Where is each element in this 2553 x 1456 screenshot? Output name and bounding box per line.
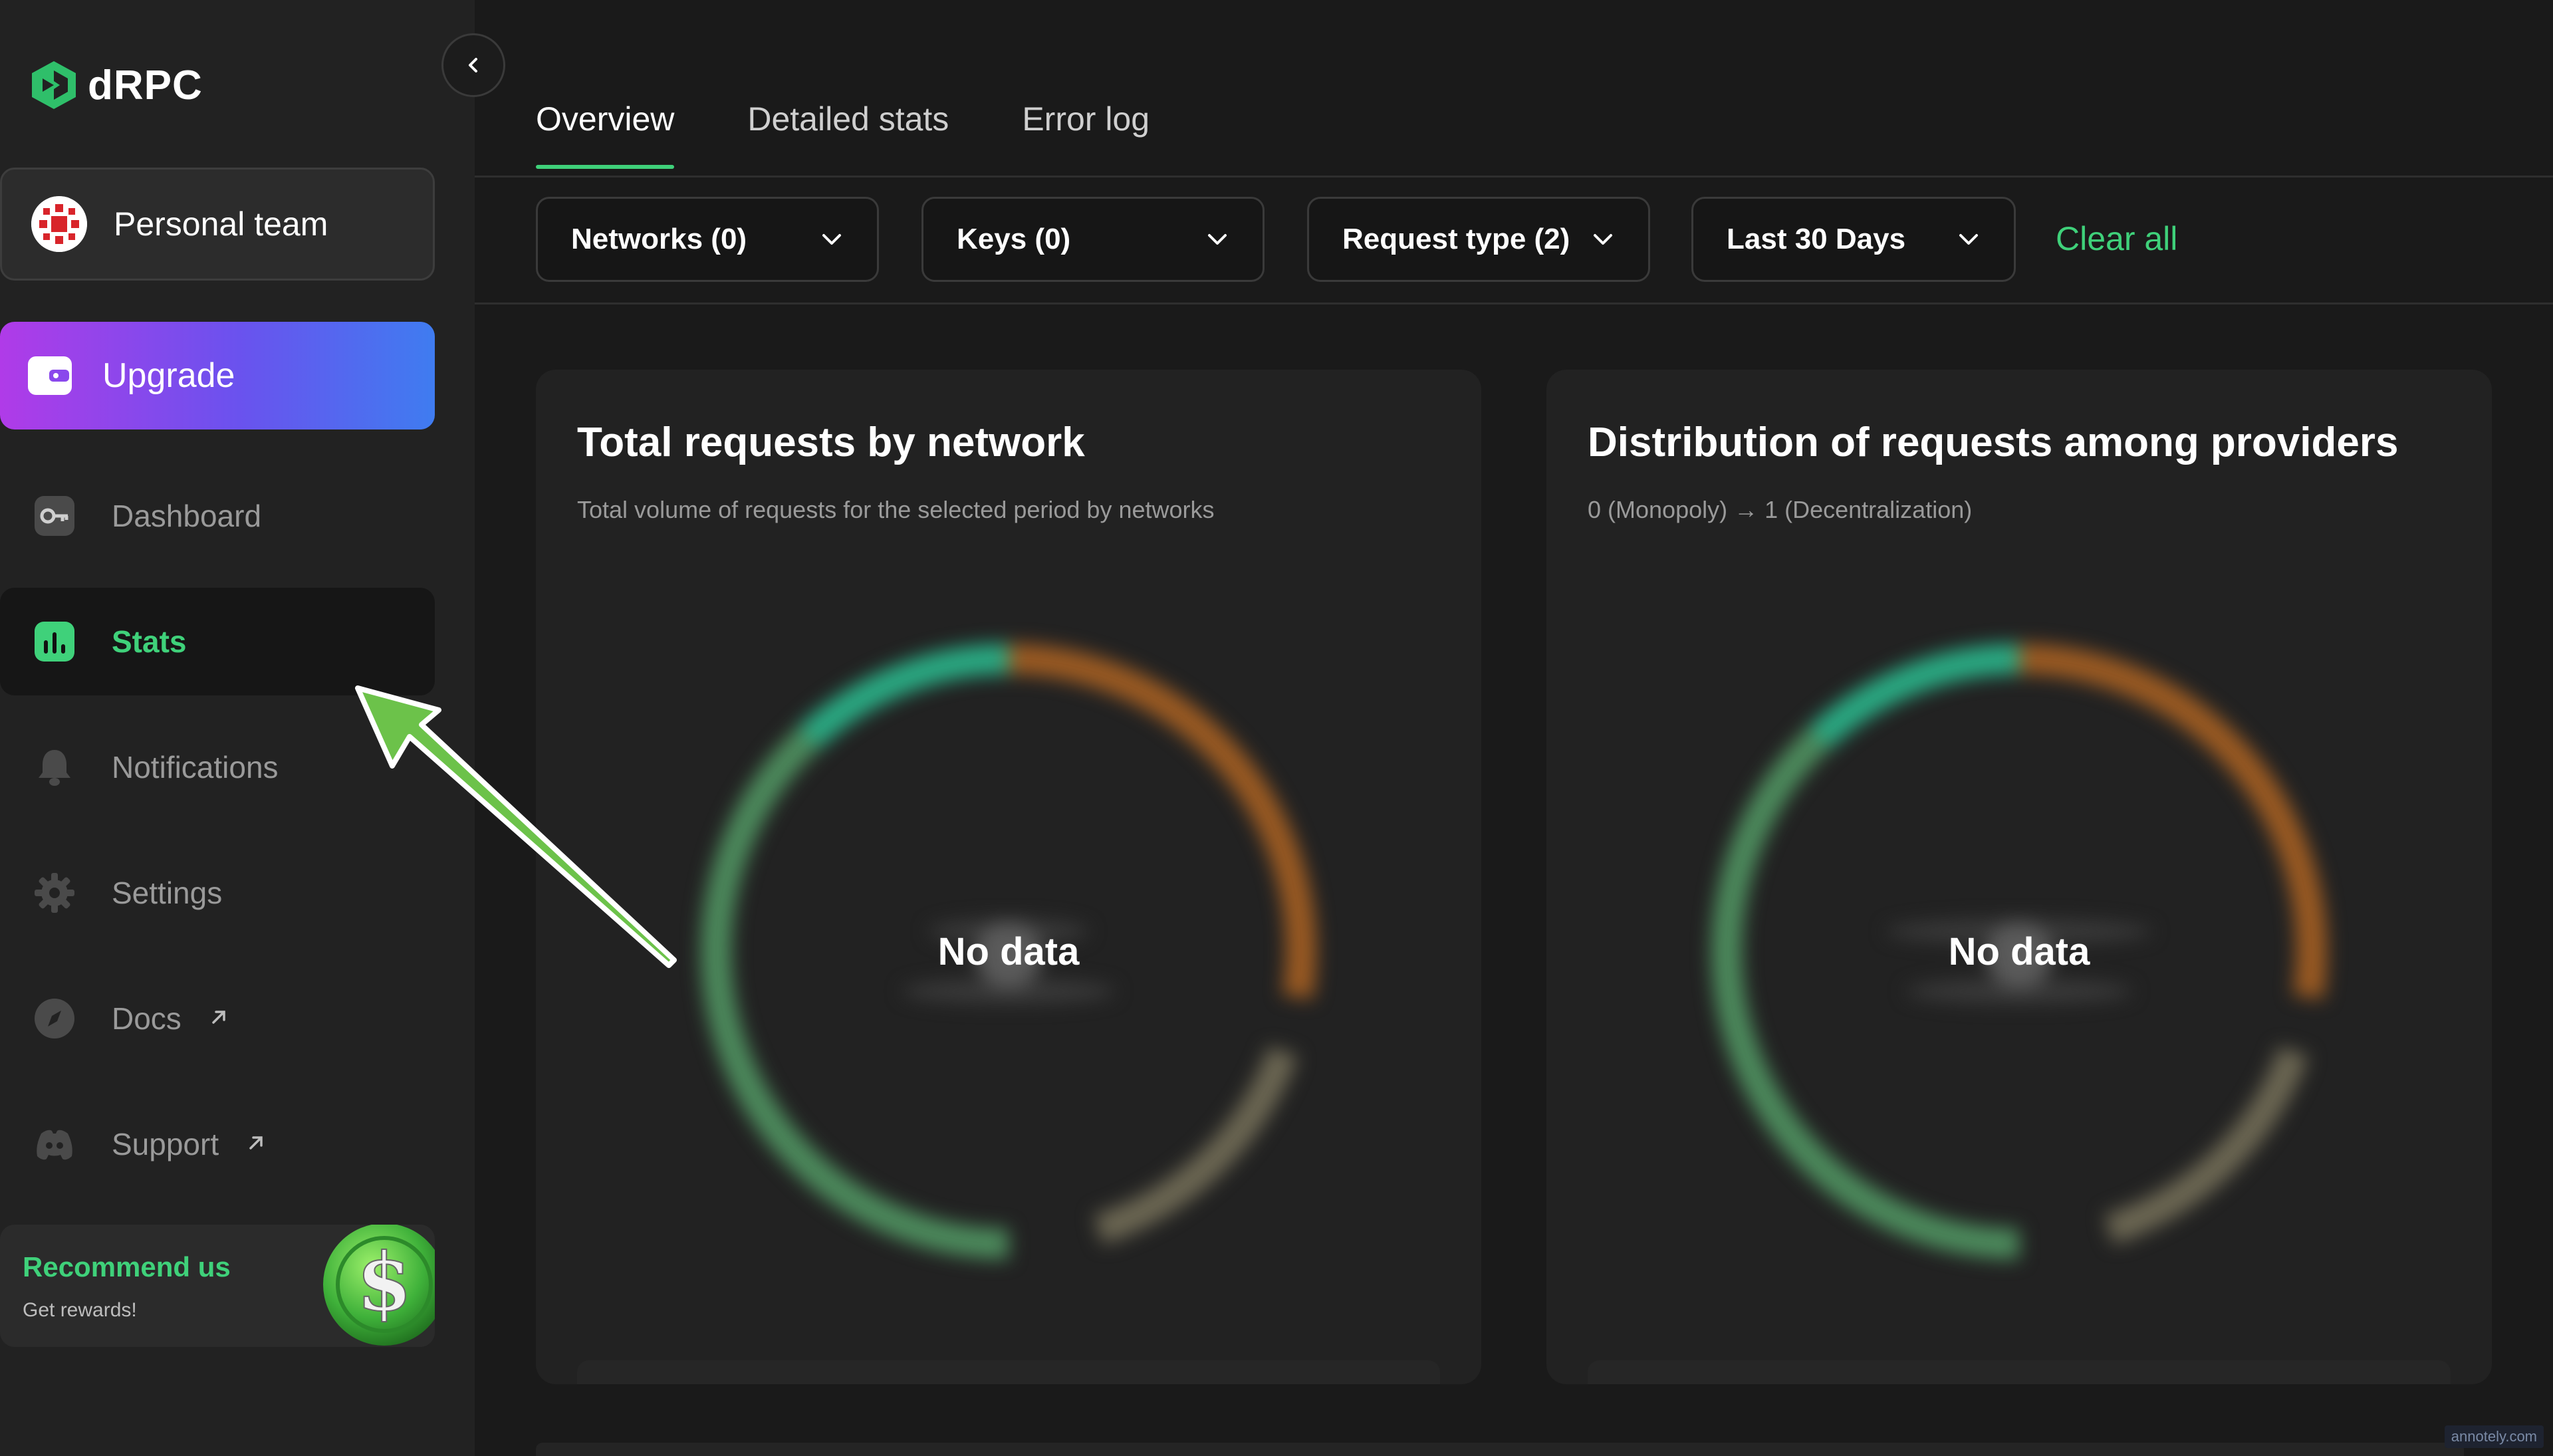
sidebar-item-label: Docs: [112, 1001, 182, 1036]
card-title: Distribution of requests among providers: [1588, 420, 2399, 465]
wallet-icon: [28, 356, 72, 395]
divider: [475, 303, 2553, 304]
placeholder-donut: No data: [686, 629, 1331, 1274]
request-type-filter-label: Request type (2): [1342, 223, 1570, 255]
sidebar-item-label: Notifications: [112, 750, 279, 785]
upgrade-button[interactable]: Upgrade: [0, 322, 435, 429]
card-footer-strip: [577, 1360, 1440, 1384]
card-title: Total requests by network: [577, 420, 1085, 465]
recommend-title: Recommend us: [23, 1251, 231, 1282]
bell-icon: [33, 746, 76, 789]
tab-error-log[interactable]: Error log: [1022, 100, 1150, 169]
tab-bar: Overview Detailed stats Error log: [536, 100, 1150, 169]
sidebar-item-docs[interactable]: Docs: [0, 965, 435, 1072]
gear-icon: [33, 872, 76, 914]
sidebar-item-stats[interactable]: Stats: [0, 588, 435, 695]
networks-filter-label: Networks (0): [571, 223, 747, 255]
keys-filter-label: Keys (0): [957, 223, 1071, 255]
request-type-filter[interactable]: Request type (2): [1307, 197, 1650, 282]
card-subtitle: 0 (Monopoly) → 1 (Decentralization): [1588, 496, 1973, 523]
no-data-label: No data: [1948, 929, 2090, 973]
chevron-left-icon: [469, 58, 477, 72]
logo[interactable]: dRPC: [29, 60, 203, 110]
card-footer-strip: [1588, 1360, 2451, 1384]
compass-icon: [33, 997, 76, 1040]
sidebar-item-dashboard[interactable]: Dashboard: [0, 462, 435, 570]
sidebar-item-support[interactable]: Support: [0, 1090, 435, 1198]
upgrade-label: Upgrade: [102, 356, 235, 395]
sidebar-item-settings[interactable]: Settings: [0, 839, 435, 947]
recommend-banner[interactable]: Recommend us Get rewards! $: [0, 1225, 435, 1347]
sidebar-item-label: Support: [112, 1127, 219, 1161]
sidebar-item-label: Dashboard: [112, 499, 262, 533]
tab-overview[interactable]: Overview: [536, 100, 675, 169]
chevron-down-icon: [1594, 234, 1612, 245]
chevron-down-icon: [822, 234, 841, 245]
sidebar: dRPC Personal team Upgrade Dashboard Sta…: [0, 0, 475, 1456]
next-card-edge: [536, 1443, 2464, 1456]
drpc-logo-icon: [32, 61, 76, 109]
recommend-subtitle: Get rewards!: [23, 1299, 137, 1321]
svg-text:$: $: [356, 1235, 412, 1329]
sidebar-item-notifications[interactable]: Notifications: [0, 713, 435, 821]
external-link-icon: [245, 1132, 267, 1157]
card-subtitle: Total volume of requests for the selecte…: [577, 496, 1215, 523]
bar-chart-icon: [33, 620, 76, 663]
key-icon: [33, 495, 76, 537]
period-filter-label: Last 30 Days: [1727, 223, 1906, 255]
placeholder-donut: No data: [1697, 629, 2342, 1274]
period-filter[interactable]: Last 30 Days: [1691, 197, 2016, 282]
watermark: annotely.com: [2444, 1425, 2544, 1448]
total-requests-card: Total requests by network Total volume o…: [536, 370, 1481, 1384]
team-label: Personal team: [114, 205, 328, 243]
dollar-coin-icon: $: [323, 1225, 435, 1346]
collapse-sidebar-button[interactable]: [441, 33, 505, 97]
logo-text: dRPC: [88, 62, 203, 108]
no-data-label: No data: [937, 929, 1080, 973]
provider-distribution-card: Distribution of requests among providers…: [1546, 370, 2492, 1384]
divider: [475, 176, 2553, 178]
sidebar-item-label: Stats: [112, 624, 187, 659]
networks-filter[interactable]: Networks (0): [536, 197, 879, 282]
discord-icon: [33, 1123, 76, 1165]
tab-detailed-stats[interactable]: Detailed stats: [747, 100, 949, 169]
main-content: Overview Detailed stats Error log Networ…: [475, 0, 2553, 1456]
team-switcher[interactable]: Personal team: [0, 168, 435, 281]
chevron-down-icon: [1959, 234, 1978, 245]
sidebar-item-label: Settings: [112, 876, 223, 910]
external-link-icon: [208, 1007, 229, 1031]
app-root: dRPC Personal team Upgrade Dashboard Sta…: [0, 0, 2553, 1456]
chevron-down-icon: [1208, 234, 1227, 245]
clear-all-link[interactable]: Clear all: [2056, 219, 2177, 258]
keys-filter[interactable]: Keys (0): [921, 197, 1265, 282]
team-avatar-icon: [31, 196, 87, 252]
